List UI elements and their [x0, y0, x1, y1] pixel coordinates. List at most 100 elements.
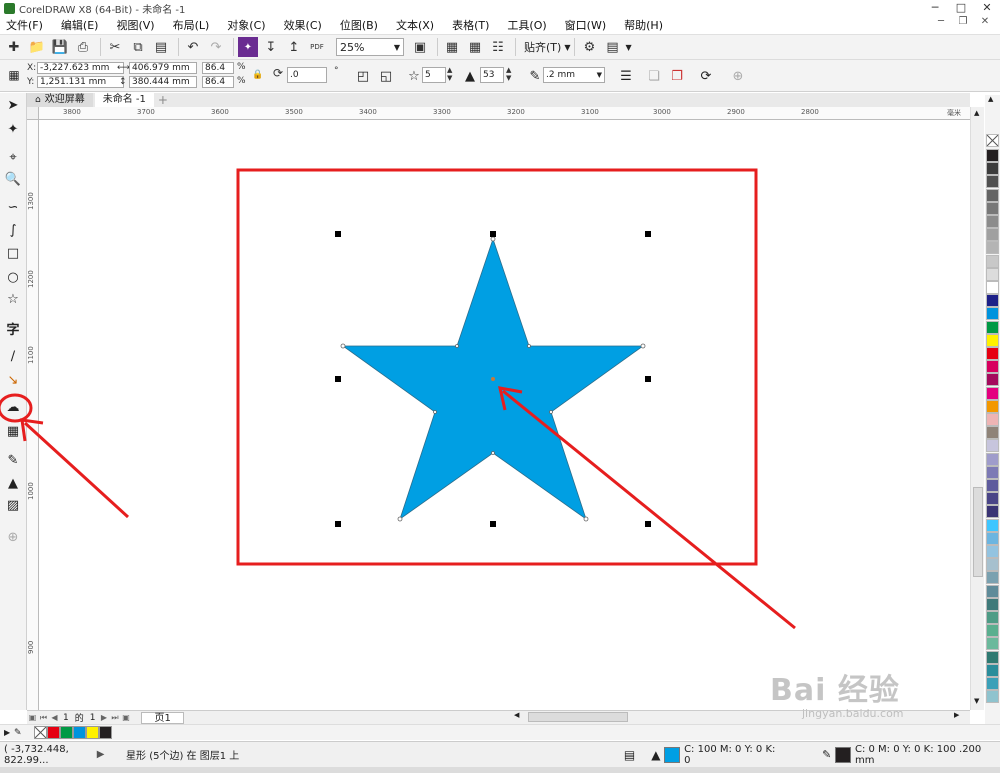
new-document-icon[interactable]: ✚: [4, 37, 24, 57]
doc-palette-swatch[interactable]: [86, 726, 99, 739]
menu-text[interactable]: 文本(X): [396, 17, 434, 33]
show-guidelines-icon[interactable]: ☷: [488, 37, 508, 57]
redo-icon[interactable]: ↷: [206, 37, 226, 57]
fill-indicator[interactable]: ▲ C: 100 M: 0 Y: 0 K: 0: [651, 744, 782, 766]
lock-ratio-icon[interactable]: 🔒: [252, 69, 263, 81]
full-screen-icon[interactable]: ▣: [410, 37, 430, 57]
show-rulers-icon[interactable]: ▦: [442, 37, 462, 57]
ellipse-tool-icon[interactable]: ○: [3, 267, 23, 287]
drawing-canvas[interactable]: [40, 121, 970, 710]
object-origin-icon[interactable]: ▦: [4, 65, 24, 85]
smart-fill-tool-icon[interactable]: ▨: [3, 495, 23, 515]
scroll-down-icon[interactable]: ▼: [974, 697, 979, 705]
application-launcher-icon[interactable]: ▤: [602, 37, 622, 57]
palette-swatch[interactable]: [986, 677, 999, 690]
rotation-angle-field[interactable]: .0: [287, 67, 327, 83]
doc-minimize-icon[interactable]: ─: [930, 16, 952, 27]
palette-swatch[interactable]: [986, 597, 999, 611]
polygon-tool-icon[interactable]: ☆: [3, 289, 23, 309]
maximize-icon[interactable]: □: [948, 0, 974, 16]
text-tool-icon[interactable]: 字: [3, 318, 23, 338]
artistic-media-tool-icon[interactable]: ∫: [3, 220, 23, 240]
vertical-scroll-thumb[interactable]: [973, 487, 983, 577]
search-content-icon[interactable]: ✦: [238, 37, 258, 57]
chevron-down-icon[interactable]: ▼: [564, 43, 570, 52]
doc-palette-swatch[interactable]: [99, 726, 112, 739]
mirror-horizontal-icon[interactable]: ◰: [353, 66, 373, 86]
palette-swatch[interactable]: [986, 413, 999, 426]
close-icon[interactable]: ✕: [974, 0, 1000, 16]
menu-file[interactable]: 文件(F): [6, 17, 43, 33]
no-color-swatch[interactable]: [986, 134, 999, 147]
next-page-icon[interactable]: ▶: [98, 713, 109, 722]
palette-swatch[interactable]: [986, 399, 999, 413]
palette-swatch[interactable]: [986, 452, 999, 466]
first-page-icon[interactable]: ⏮: [38, 713, 49, 723]
palette-swatch[interactable]: [986, 492, 999, 506]
ruler-origin[interactable]: [27, 107, 39, 120]
mirror-vertical-icon[interactable]: ◱: [376, 66, 396, 86]
palette-swatch[interactable]: [986, 201, 999, 215]
outline-indicator[interactable]: ✎ C: 0 M: 0 Y: 0 K: 100 .200 mm: [822, 744, 1000, 766]
menu-edit[interactable]: 编辑(E): [61, 17, 99, 33]
horizontal-ruler[interactable]: 3800 3700 3600 3500 3400 3300 3200 3100 …: [39, 107, 970, 120]
palette-swatch[interactable]: [986, 558, 999, 572]
palette-swatch[interactable]: [986, 241, 999, 255]
palette-swatch[interactable]: [986, 294, 999, 308]
status-expand-icon[interactable]: ▶: [97, 749, 126, 760]
palette-swatch[interactable]: [986, 333, 999, 347]
vertical-ruler[interactable]: 1300 1200 1100 1000 900: [27, 120, 39, 710]
menu-layout[interactable]: 布局(L): [173, 17, 210, 33]
snap-to-dropdown[interactable]: 贴齐(T): [524, 39, 561, 55]
tab-document[interactable]: 未命名 -1: [94, 93, 154, 107]
height-field[interactable]: 380.444 mm: [129, 76, 197, 88]
cut-icon[interactable]: ✂: [105, 37, 125, 57]
palette-swatch[interactable]: [986, 663, 999, 677]
color-proof-icon[interactable]: ▤: [624, 748, 635, 762]
interactive-fill-tool-icon[interactable]: ▲: [3, 473, 23, 493]
palette-swatch[interactable]: [986, 479, 999, 492]
palette-swatch[interactable]: [986, 188, 999, 202]
palette-swatch[interactable]: [986, 439, 999, 453]
vertical-scrollbar[interactable]: ▲ ▼: [970, 107, 984, 710]
import-icon[interactable]: ↧: [261, 37, 281, 57]
paste-icon[interactable]: ▤: [151, 37, 171, 57]
print-icon[interactable]: ⎙: [73, 37, 93, 57]
palette-swatch[interactable]: [986, 267, 999, 281]
star-shape-icon[interactable]: ☆: [404, 66, 424, 86]
to-back-icon[interactable]: ❐: [667, 66, 687, 86]
palette-swatch[interactable]: [986, 307, 999, 321]
zoom-level-select[interactable]: 25% ▼: [336, 38, 404, 56]
width-field[interactable]: 406.979 mm: [129, 62, 197, 74]
palette-swatch[interactable]: [986, 650, 999, 664]
export-icon[interactable]: ↥: [284, 37, 304, 57]
menu-window[interactable]: 窗口(W): [565, 17, 606, 33]
wrap-text-icon[interactable]: ☰: [616, 66, 636, 86]
options-gear-icon[interactable]: ⚙: [579, 37, 599, 57]
doc-palette-swatch[interactable]: [60, 726, 73, 739]
menu-view[interactable]: 视图(V): [116, 17, 154, 33]
palette-swatch[interactable]: [986, 228, 999, 242]
palette-swatch[interactable]: [986, 690, 999, 704]
add-icon[interactable]: ⊕: [728, 66, 748, 86]
chevron-down-icon[interactable]: ▼: [625, 43, 631, 52]
horizontal-scroll-thumb[interactable]: [528, 712, 628, 722]
convert-to-curves-icon[interactable]: ⟳: [696, 66, 716, 86]
palette-swatch[interactable]: [986, 373, 999, 387]
doc-close-icon[interactable]: ✕: [974, 16, 996, 27]
shape-tool-icon[interactable]: ✦: [3, 119, 23, 139]
menu-help[interactable]: 帮助(H): [624, 17, 663, 33]
to-front-icon[interactable]: ❏: [644, 66, 664, 86]
palette-swatch[interactable]: [986, 149, 999, 162]
drop-shadow-tool-icon[interactable]: ☁: [3, 397, 23, 417]
palette-swatch[interactable]: [986, 175, 999, 189]
palette-swatch[interactable]: [986, 162, 999, 176]
palette-swatch[interactable]: [986, 637, 999, 651]
show-grid-icon[interactable]: ▦: [465, 37, 485, 57]
tab-welcome-screen[interactable]: ⌂ 欢迎屏幕: [27, 93, 93, 107]
doc-restore-icon[interactable]: ❐: [952, 16, 974, 27]
star-sharpness-field[interactable]: 53: [480, 67, 504, 83]
outline-width-select[interactable]: .2 mm ▼: [543, 67, 605, 83]
palette-swatch[interactable]: [986, 320, 999, 334]
menu-table[interactable]: 表格(T): [452, 17, 489, 33]
